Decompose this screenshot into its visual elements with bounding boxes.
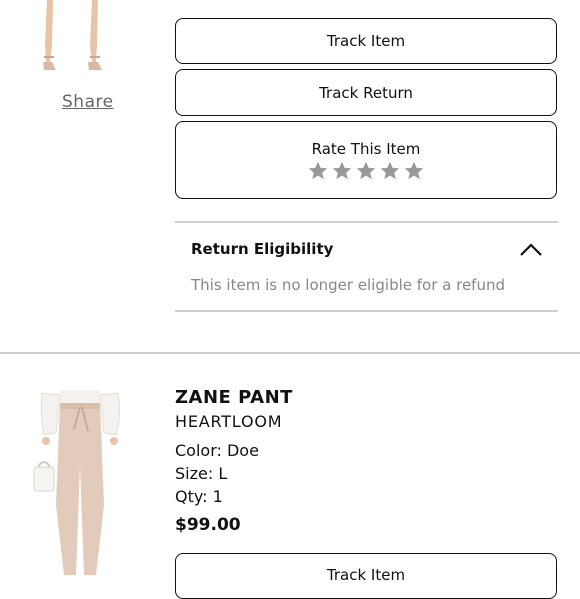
star-icon[interactable] xyxy=(403,160,425,182)
return-eligibility-title[interactable]: Return Eligibility xyxy=(191,240,333,258)
star-rating[interactable] xyxy=(307,160,425,182)
share-link[interactable]: Share xyxy=(62,92,114,112)
product-price: $99.00 xyxy=(175,515,241,535)
rate-item-label: Rate This Item xyxy=(311,140,421,158)
product-size: Size: L xyxy=(175,464,228,483)
track-item-button[interactable]: Track Item xyxy=(175,553,557,599)
product-image-1[interactable] xyxy=(30,0,145,80)
divider xyxy=(175,310,558,312)
track-return-button[interactable]: Track Return xyxy=(175,69,557,116)
product-name: ZANE PANT xyxy=(175,387,293,408)
star-icon[interactable] xyxy=(379,160,401,182)
star-icon[interactable] xyxy=(307,160,329,182)
track-return-label: Track Return xyxy=(319,83,413,102)
product-quantity: Qty: 1 xyxy=(175,487,223,506)
star-icon[interactable] xyxy=(331,160,353,182)
product-color: Color: Doe xyxy=(175,441,259,460)
rate-item-panel: Rate This Item xyxy=(175,121,557,199)
star-icon[interactable] xyxy=(355,160,377,182)
section-divider xyxy=(0,352,580,354)
divider xyxy=(175,221,558,223)
track-item-button[interactable]: Track Item xyxy=(175,18,557,64)
track-item-label: Track Item xyxy=(326,566,406,584)
product-image-2[interactable] xyxy=(30,385,130,580)
return-eligibility-message: This item is no longer eligible for a re… xyxy=(191,276,505,294)
chevron-up-icon[interactable] xyxy=(518,240,544,258)
track-item-label: Track Item xyxy=(326,32,406,50)
product-brand: HEARTLOOM xyxy=(175,412,283,431)
